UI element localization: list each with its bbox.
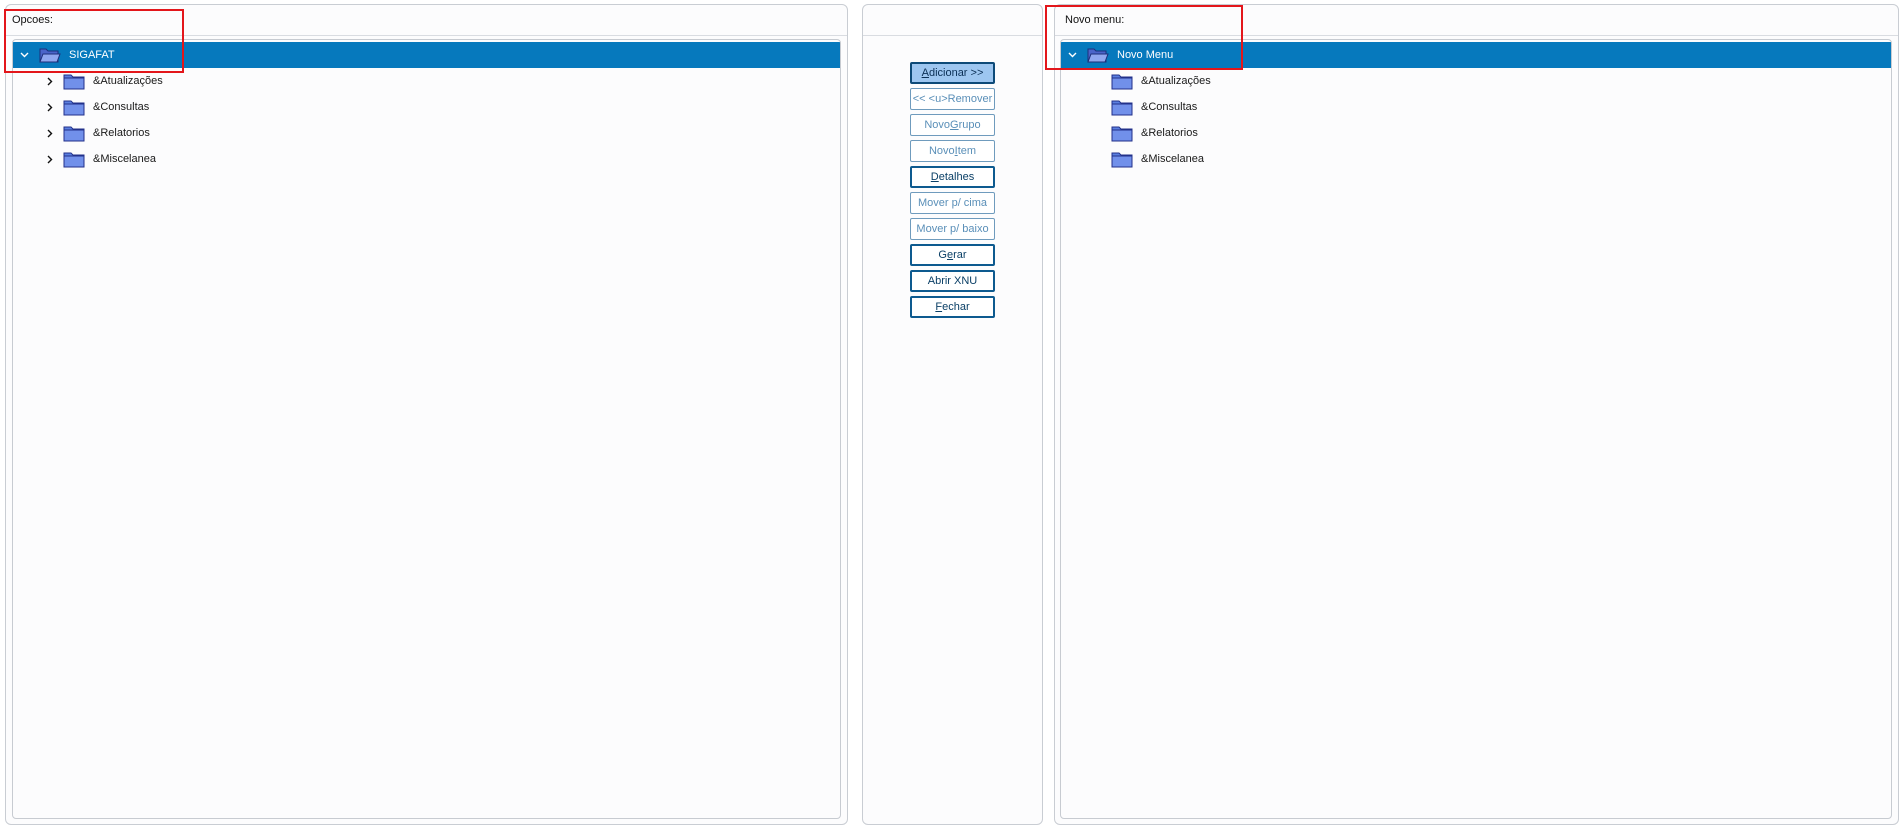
folder-icon [63,124,85,142]
folder-icon [1111,98,1133,116]
action-button-u-remover[interactable]: << <u>Remover [910,88,995,110]
tree-root-sigafat[interactable]: SIGAFAT [13,42,840,68]
chevron-right-icon[interactable] [45,128,55,138]
action-button-novo-grupo[interactable]: Novo Grupo [910,114,995,136]
tree-root-novo-menu[interactable]: Novo Menu [1061,42,1891,68]
folder-icon [63,72,85,90]
tree-item-label: &Relatorios [93,127,150,139]
tree-item-label: &Consultas [1141,101,1198,113]
chevron-right-icon[interactable] [45,102,55,112]
tree-item-label: &Miscelanea [93,153,156,165]
action-buttons: Adicionar >> << <u>Remover Novo Grupo Novo … [910,62,995,318]
tree-item[interactable]: &Relatorios [13,120,840,146]
new-menu-tree[interactable]: Novo Menu &Atualizações &Consultas &Rela… [1060,39,1892,819]
tree-item[interactable]: &Relatorios [1061,120,1891,146]
folder-icon [63,150,85,168]
options-tree[interactable]: SIGAFAT &Atualizações &Consultas &Relato… [12,39,841,819]
folder-icon [1111,124,1133,142]
folder-icon [1111,72,1133,90]
tree-item-label: &Miscelanea [1141,153,1204,165]
actions-header [863,5,1042,36]
chevron-down-icon[interactable] [1067,50,1077,60]
action-button-gerar[interactable]: Ge rar [910,244,995,266]
action-button-abrir-xnu[interactable]: Abrir XNU [910,270,995,292]
tree-item-label: &Atualizações [1141,75,1211,87]
chevron-right-icon[interactable] [45,76,55,86]
folder-open-icon [1087,46,1109,64]
folder-icon [63,98,85,116]
tree-item[interactable]: &Miscelanea [13,146,840,172]
action-button-mover-p-baixo[interactable]: Mover p/ baixo [910,218,995,240]
action-button-detalhes[interactable]: Detalhes [910,166,995,188]
tree-item-label: &Atualizações [93,75,163,87]
folder-icon [1111,150,1133,168]
folder-open-icon [39,46,61,64]
tree-item[interactable]: &Atualizações [13,68,840,94]
chevron-right-icon[interactable] [45,154,55,164]
action-button-mover-p-cima[interactable]: Mover p/ cima [910,192,995,214]
chevron-down-icon[interactable] [19,50,29,60]
options-panel: Opcoes: SIGAFAT &Atualizações &Consultas… [5,4,848,825]
action-button-novo-item[interactable]: Novo Item [910,140,995,162]
new-menu-panel: Novo menu: Novo Menu &Atualizações &Cons… [1054,4,1899,825]
tree-root-label: SIGAFAT [69,49,115,61]
tree-item[interactable]: &Consultas [1061,94,1891,120]
new-menu-header: Novo menu: [1055,5,1898,36]
action-button-fechar[interactable]: Fechar [910,296,995,318]
tree-item-label: &Relatorios [1141,127,1198,139]
tree-item-label: &Consultas [93,101,150,113]
options-header: Opcoes: [6,5,847,36]
tree-item[interactable]: &Miscelanea [1061,146,1891,172]
tree-root-label: Novo Menu [1117,49,1174,61]
tree-item[interactable]: &Atualizações [1061,68,1891,94]
tree-item[interactable]: &Consultas [13,94,840,120]
action-button-adicionar[interactable]: Adicionar >> [910,62,995,84]
